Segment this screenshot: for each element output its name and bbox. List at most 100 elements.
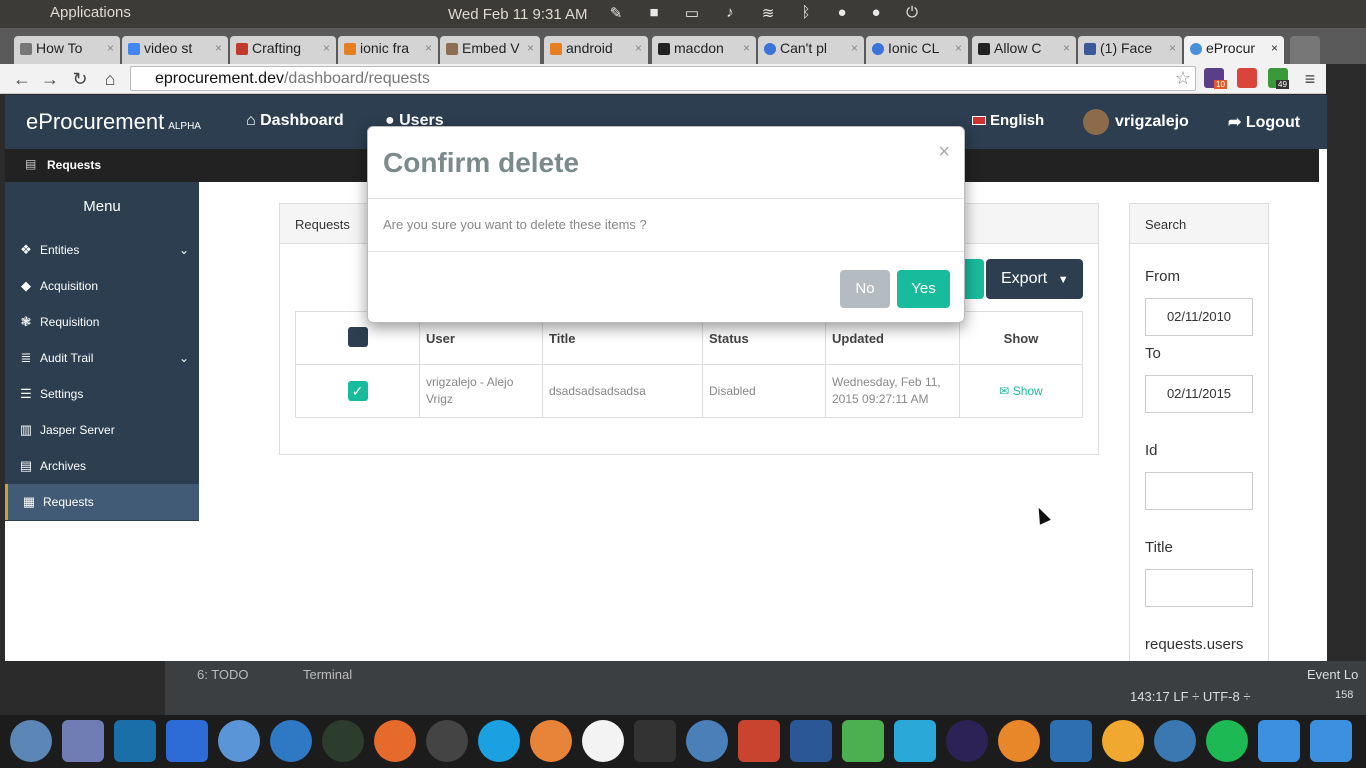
- reload-icon[interactable]: ↻: [68, 67, 92, 91]
- tab-close-icon[interactable]: ×: [635, 41, 642, 55]
- power-icon[interactable]: ⏻: [902, 4, 922, 24]
- tab-close-icon[interactable]: ×: [215, 41, 222, 55]
- yes-button[interactable]: Yes: [897, 270, 950, 308]
- tab-close-icon[interactable]: ×: [955, 41, 962, 55]
- system-monitor-icon[interactable]: [322, 720, 364, 762]
- bookmark-star-icon[interactable]: ☆: [1175, 68, 1191, 89]
- extension-icon[interactable]: [1237, 68, 1257, 88]
- system-clock[interactable]: Wed Feb 11 9:31 AM: [448, 6, 588, 23]
- terminal-tab[interactable]: Terminal: [303, 667, 352, 682]
- php-app-icon[interactable]: [62, 720, 104, 762]
- notification-bell-icon[interactable]: ●: [832, 4, 852, 24]
- browser-tab[interactable]: Allow C ×: [972, 36, 1076, 64]
- word-icon[interactable]: [790, 720, 832, 762]
- tab-close-icon[interactable]: ×: [851, 41, 858, 55]
- tab-close-icon[interactable]: ×: [107, 41, 114, 55]
- select-all-checkbox[interactable]: [347, 326, 368, 347]
- browser-tab[interactable]: Ionic CL ×: [866, 36, 968, 64]
- tab-close-icon[interactable]: ×: [1063, 41, 1070, 55]
- extension-icon[interactable]: 10: [1204, 68, 1227, 89]
- files-icon[interactable]: [738, 720, 780, 762]
- spreadsheet-icon[interactable]: [842, 720, 884, 762]
- sidebar-item-acquisition[interactable]: ◆ Acquisition: [5, 268, 199, 304]
- graph-icon[interactable]: ✎: [606, 4, 626, 24]
- show-link[interactable]: ✉ Show: [999, 384, 1042, 398]
- volume-icon[interactable]: ♪: [720, 4, 740, 24]
- anchor-app-icon[interactable]: [270, 720, 312, 762]
- sublime-icon[interactable]: [998, 720, 1040, 762]
- nav-dashboard-link[interactable]: ⌂ Dashboard: [246, 112, 344, 130]
- audio-app-icon[interactable]: [686, 720, 728, 762]
- todo-tab[interactable]: 6: TODO: [197, 667, 249, 682]
- sidebar-item-audit-trail[interactable]: ≣ Audit Trail ⌄: [5, 340, 199, 376]
- spotify-icon[interactable]: [1206, 720, 1248, 762]
- applications-menu[interactable]: Applications: [50, 4, 131, 21]
- row-checkbox[interactable]: ✓: [347, 381, 368, 401]
- breadcrumb[interactable]: Requests: [47, 158, 101, 172]
- signature-app-icon[interactable]: [582, 720, 624, 762]
- from-date-input[interactable]: 02/11/2010: [1145, 298, 1253, 336]
- player-icon[interactable]: [1102, 720, 1144, 762]
- tab-close-icon[interactable]: ×: [425, 41, 432, 55]
- xampp-icon[interactable]: [530, 720, 572, 762]
- monitor-app-icon[interactable]: [894, 720, 936, 762]
- brand-logo[interactable]: eProcurement ALPHA: [26, 109, 201, 135]
- browser-tab[interactable]: ionic fra ×: [338, 36, 438, 64]
- browser-tab[interactable]: Can't pl ×: [758, 36, 864, 64]
- tab-close-icon[interactable]: ×: [323, 41, 330, 55]
- extension-icon[interactable]: 49: [1268, 68, 1289, 89]
- tab-close-icon[interactable]: ×: [743, 41, 750, 55]
- firefox-icon[interactable]: [374, 720, 416, 762]
- sticky-note-icon[interactable]: ■: [644, 4, 664, 24]
- language-switcher[interactable]: English: [972, 112, 1044, 129]
- id-input[interactable]: [1145, 472, 1253, 510]
- opera-icon[interactable]: [166, 720, 208, 762]
- tab-close-icon[interactable]: ×: [527, 41, 534, 55]
- sidebar-item-archives[interactable]: ▤ Archives: [5, 448, 199, 484]
- logout-link[interactable]: ➦ Logout: [1228, 112, 1300, 132]
- title-input[interactable]: [1145, 569, 1253, 607]
- bluetooth-icon[interactable]: ᛒ: [796, 4, 816, 24]
- drive-icon[interactable]: ▭: [682, 4, 702, 24]
- browser-tab[interactable]: Embed V ×: [440, 36, 540, 64]
- sidebar-item-entities[interactable]: ❖ Entities ⌄: [5, 232, 199, 268]
- kodi-icon[interactable]: [114, 720, 156, 762]
- browser-tab[interactable]: android ×: [544, 36, 648, 64]
- user-menu[interactable]: vrigzalejo: [1083, 109, 1189, 135]
- tab-close-icon[interactable]: ×: [1169, 41, 1176, 55]
- sidebar-item-jasper-server[interactable]: ▥ Jasper Server: [5, 412, 199, 448]
- app-launcher-icon[interactable]: [1258, 720, 1300, 762]
- window-app-icon[interactable]: [1050, 720, 1092, 762]
- home-icon[interactable]: ⌂: [98, 67, 122, 91]
- user-indicator-icon[interactable]: ●: [866, 4, 886, 24]
- browser-tab-active[interactable]: eProcur ×: [1184, 36, 1284, 64]
- browser-tab[interactable]: Crafting ×: [230, 36, 336, 64]
- tab-close-icon[interactable]: ×: [1271, 41, 1278, 55]
- sidebar-item-settings[interactable]: ☰ Settings: [5, 376, 199, 412]
- close-icon[interactable]: ×: [938, 141, 950, 164]
- sidebar-item-requisition[interactable]: ❃ Requisition: [5, 304, 199, 340]
- browser-tab[interactable]: (1) Face ×: [1078, 36, 1182, 64]
- event-log-tab[interactable]: Event Lo: [1307, 667, 1358, 682]
- browser-tab[interactable]: video st ×: [122, 36, 228, 64]
- chromium-icon[interactable]: [218, 720, 260, 762]
- browser-menu-icon[interactable]: ≡: [1298, 67, 1322, 91]
- browser-tab[interactable]: How To ×: [14, 36, 120, 64]
- address-bar[interactable]: eprocurement.dev/dashboard/requests ☆: [130, 66, 1196, 91]
- system-settings-icon[interactable]: [10, 720, 52, 762]
- back-icon[interactable]: ←: [10, 67, 34, 91]
- show-apps-icon[interactable]: [1310, 720, 1352, 762]
- new-tab-button[interactable]: [1290, 36, 1320, 64]
- sidebar-item-requests[interactable]: ▦ Requests: [5, 484, 199, 520]
- wifi-icon[interactable]: ≋: [758, 4, 778, 24]
- to-date-input[interactable]: 02/11/2015: [1145, 375, 1253, 413]
- terminal-icon[interactable]: [634, 720, 676, 762]
- skype-icon[interactable]: [478, 720, 520, 762]
- forward-icon[interactable]: →: [38, 67, 62, 91]
- browser-tab[interactable]: macdon ×: [652, 36, 756, 64]
- pinwheel-app-icon[interactable]: [426, 720, 468, 762]
- no-button[interactable]: No: [840, 270, 890, 308]
- eclipse-icon[interactable]: [946, 720, 988, 762]
- globe-app-icon[interactable]: [1154, 720, 1196, 762]
- export-button[interactable]: Export ▼: [986, 259, 1083, 299]
